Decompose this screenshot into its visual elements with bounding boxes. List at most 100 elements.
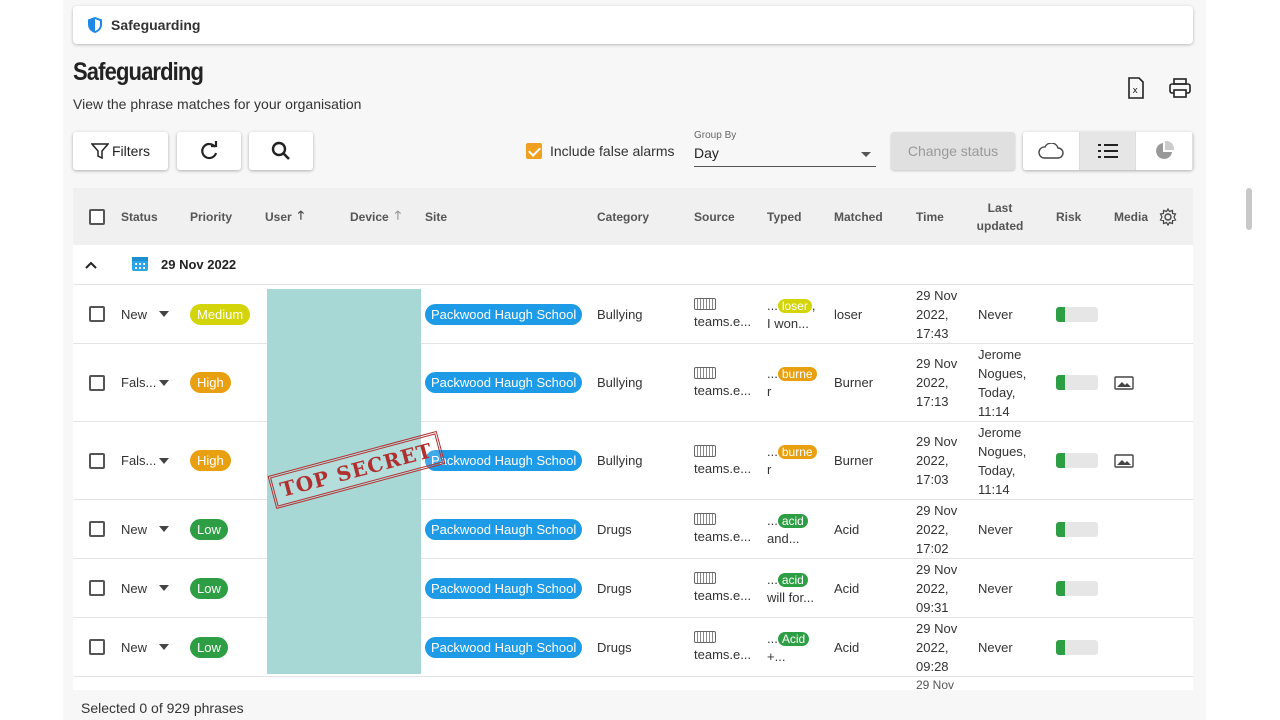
row-checkbox[interactable]	[89, 639, 105, 655]
image-icon[interactable]	[1114, 422, 1134, 499]
breadcrumb: Safeguarding	[73, 6, 1193, 44]
typed-value[interactable]: ... burne r	[767, 344, 823, 421]
typed-value[interactable]: ... burne r	[767, 422, 823, 499]
status-dropdown-icon[interactable]	[159, 422, 169, 499]
table-row[interactable]: New Medium Packwood Haugh School Bullyin…	[73, 285, 1193, 344]
group-by-label: Group By	[694, 130, 737, 141]
row-checkbox[interactable]	[89, 374, 105, 391]
include-false-alarms-checkbox[interactable]	[526, 143, 542, 159]
export-excel-icon[interactable]: x	[1124, 76, 1148, 100]
row-checkbox[interactable]	[89, 580, 105, 596]
include-false-alarms[interactable]: Include false alarms	[526, 143, 675, 159]
time-line3: 17:13	[916, 394, 949, 409]
table-row[interactable]: New Low Packwood Haugh School Drugs team…	[73, 618, 1193, 677]
category-value: Drugs	[597, 580, 632, 596]
site-badge: Packwood Haugh School	[425, 303, 583, 325]
source-value: teams.e...	[694, 382, 752, 398]
chart-view-button[interactable]	[1136, 132, 1193, 170]
col-device[interactable]: Device 🡑	[350, 188, 401, 245]
col-status[interactable]: Status	[121, 188, 158, 245]
col-category[interactable]: Category	[597, 188, 649, 245]
col-media[interactable]: Media	[1114, 188, 1148, 245]
source-value: teams.e...	[694, 460, 752, 476]
search-icon	[271, 141, 290, 160]
status-value[interactable]: New	[121, 285, 147, 343]
refresh-button[interactable]	[177, 132, 241, 170]
matched-value: Burner	[834, 453, 874, 468]
row-checkbox[interactable]	[89, 452, 105, 469]
site-badge: Packwood Haugh School	[425, 518, 583, 540]
breadcrumb-label[interactable]: Safeguarding	[111, 17, 200, 33]
table-row[interactable]: Fals... High Packwood Haugh School Bully…	[73, 344, 1193, 422]
chevron-up-icon[interactable]	[85, 257, 101, 272]
time-line2: 2022,	[916, 453, 949, 468]
col-user[interactable]: User 🡑	[265, 188, 304, 245]
risk-indicator	[1056, 639, 1098, 655]
partial-row-time: 29 Nov	[916, 678, 955, 690]
source-value: teams.e...	[694, 588, 752, 603]
status-value[interactable]: Fals...	[121, 422, 156, 499]
group-by-select[interactable]: Group By Day	[694, 130, 876, 167]
table-row[interactable]: New Low Packwood Haugh School Drugs team…	[73, 500, 1193, 559]
status-dropdown-icon[interactable]	[159, 500, 169, 558]
group-row[interactable]: 29 Nov 2022	[73, 245, 1193, 285]
cloud-view-button[interactable]	[1023, 132, 1080, 170]
category-value: Drugs	[597, 521, 632, 537]
col-source[interactable]: Source	[694, 188, 735, 245]
row-checkbox[interactable]	[89, 306, 105, 322]
filter-icon	[90, 143, 109, 160]
priority-badge: High	[190, 372, 231, 393]
table-row[interactable]: New Low Packwood Haugh School Drugs team…	[73, 559, 1193, 618]
sort-up-icon: 🡑	[394, 208, 401, 222]
status-dropdown-icon[interactable]	[159, 285, 169, 343]
search-button[interactable]	[249, 132, 313, 170]
status-value[interactable]: Fals...	[121, 344, 156, 421]
status-dropdown-icon[interactable]	[159, 344, 169, 421]
print-icon[interactable]	[1168, 76, 1192, 100]
time-line1: 29 Nov	[916, 561, 958, 577]
select-all-checkbox[interactable]	[89, 208, 105, 225]
filters-button[interactable]: Filters	[73, 132, 168, 170]
typed-value[interactable]: ... Acid +...	[767, 618, 823, 676]
list-view-button[interactable]	[1079, 132, 1137, 170]
col-matched[interactable]: Matched	[834, 188, 883, 245]
status-value[interactable]: New	[121, 559, 147, 617]
time-line3: 17:43	[916, 325, 949, 341]
row-checkbox[interactable]	[89, 521, 105, 537]
change-status-button[interactable]: Change status	[891, 132, 1015, 170]
col-last-updated[interactable]: Last updated	[976, 188, 1024, 245]
refresh-icon	[201, 141, 218, 160]
time-line2: 2022,	[916, 306, 949, 322]
typed-value[interactable]: ... acid and...	[767, 500, 823, 558]
include-false-alarms-label: Include false alarms	[550, 143, 675, 159]
col-device-label: Device	[350, 209, 389, 224]
col-typed[interactable]: Typed	[767, 188, 801, 245]
time-line1: 29 Nov	[916, 356, 958, 371]
priority-badge: Low	[190, 518, 228, 540]
column-settings-icon[interactable]	[1159, 188, 1177, 245]
status-dropdown-icon[interactable]	[159, 618, 169, 676]
col-time[interactable]: Time	[916, 188, 944, 245]
status-value[interactable]: New	[121, 500, 147, 558]
typed-value[interactable]: ... loser, I won...	[767, 285, 823, 343]
page-title: Safeguarding	[73, 58, 204, 86]
status-value[interactable]: New	[121, 618, 147, 676]
status-dropdown-icon[interactable]	[159, 559, 169, 617]
group-by-value[interactable]: Day	[694, 145, 876, 167]
typed-line2: and...	[767, 530, 800, 546]
table-row[interactable]: Fals... High Packwood Haugh School Bully…	[73, 422, 1193, 500]
priority-badge: Medium	[190, 303, 251, 325]
scrollbar[interactable]	[1246, 188, 1252, 230]
phrase-table: Status Priority User 🡑 Device 🡑 Site Categ…	[73, 188, 1193, 690]
col-risk[interactable]: Risk	[1056, 188, 1081, 245]
col-priority[interactable]: Priority	[190, 188, 232, 245]
category-value: Bullying	[597, 375, 643, 390]
risk-indicator	[1056, 453, 1098, 468]
image-icon[interactable]	[1114, 344, 1134, 421]
col-site[interactable]: Site	[425, 188, 447, 245]
keyboard-icon	[694, 572, 716, 584]
view-switcher	[1023, 132, 1193, 170]
priority-badge: High	[190, 450, 231, 471]
selection-summary: Selected 0 of 929 phrases	[81, 700, 244, 716]
typed-value[interactable]: ... acid will for...	[767, 559, 823, 617]
